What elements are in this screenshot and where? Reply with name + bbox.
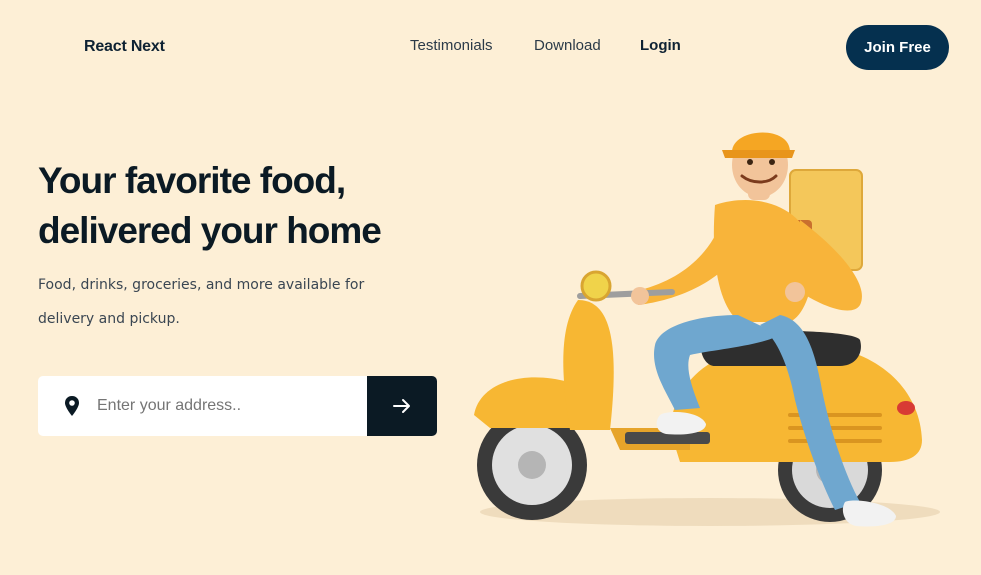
nav-link-download[interactable]: Download bbox=[534, 37, 601, 54]
nav-link-testimonials[interactable]: Testimonials bbox=[410, 37, 493, 54]
hero-subtitle: Food, drinks, groceries, and more availa… bbox=[38, 277, 365, 327]
delivery-scooter-illustration bbox=[474, 132, 940, 527]
join-free-button[interactable]: Join Free bbox=[846, 25, 949, 70]
address-search-form bbox=[38, 376, 437, 436]
arrow-right-icon bbox=[393, 399, 410, 413]
address-input[interactable] bbox=[97, 376, 367, 436]
hero-title-line-1: Your favorite food, bbox=[38, 160, 346, 201]
hero-title: Your favorite food, delivered your home bbox=[38, 156, 458, 256]
search-submit-button[interactable] bbox=[367, 376, 437, 436]
hero-title-line-2: delivered your home bbox=[38, 210, 382, 251]
map-pin-icon bbox=[65, 396, 79, 416]
nav-link-login[interactable]: Login bbox=[640, 37, 681, 54]
brand-logo[interactable]: React Next bbox=[84, 38, 165, 56]
